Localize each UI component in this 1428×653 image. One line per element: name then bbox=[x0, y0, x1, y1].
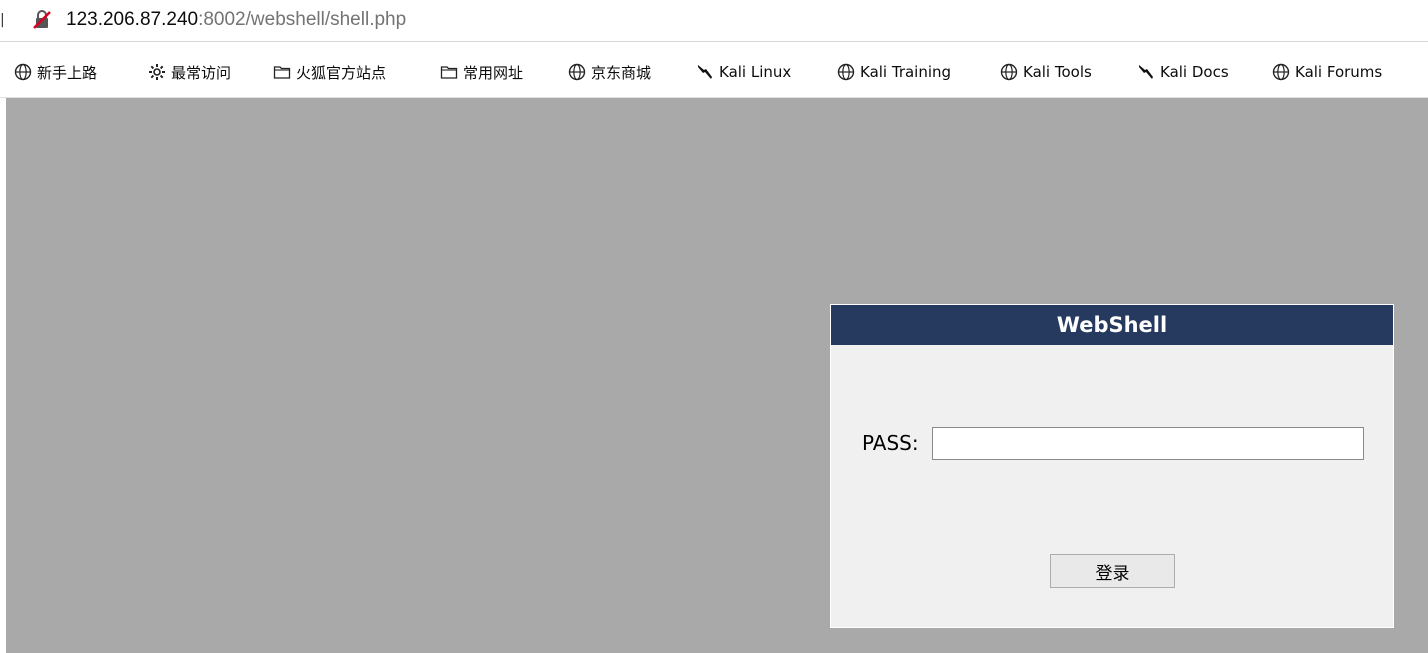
toolbar-edge-divider: | bbox=[0, 12, 5, 28]
bookmark-label: Kali Docs bbox=[1160, 63, 1229, 81]
bookmark-label: 最常访问 bbox=[171, 63, 232, 82]
url-host: 123.206.87.240 bbox=[66, 9, 199, 30]
bookmark-label: 常用网址 bbox=[463, 63, 524, 82]
bookmark-label: Kali Forums bbox=[1295, 63, 1383, 81]
globe-icon bbox=[568, 63, 586, 81]
bookmark-kali-docs[interactable]: Kali Docs bbox=[1137, 62, 1229, 82]
folder-icon bbox=[440, 66, 458, 79]
kali-dragon-icon bbox=[698, 65, 712, 79]
url-text[interactable]: 123.206.87.240:8002/webshell/shell.php bbox=[66, 7, 406, 33]
gear-icon bbox=[149, 64, 165, 80]
kali-dragon-icon bbox=[1139, 65, 1153, 79]
password-input[interactable] bbox=[932, 427, 1364, 460]
bookmark-label: 新手上路 bbox=[37, 63, 98, 82]
bookmark-label: 京东商城 bbox=[591, 63, 652, 82]
bookmark-folder-huohu[interactable]: 火狐官方站点 bbox=[273, 62, 386, 82]
login-panel: WebShell PASS: 登录 bbox=[830, 304, 1394, 628]
folder-icon bbox=[273, 66, 291, 79]
bookmark-kali-tools[interactable]: Kali Tools bbox=[1000, 62, 1092, 82]
bookmark-label: Kali Training bbox=[860, 63, 952, 81]
address-bar[interactable]: | 123.206.87.240:8002/webshell/shell.php bbox=[0, 0, 1428, 42]
bookmark-jd[interactable]: 京东商城 bbox=[568, 62, 651, 82]
bookmark-zuichangfangwen[interactable]: 最常访问 bbox=[148, 62, 231, 82]
bookmarks-toolbar: 新手上路 最常访问 火狐官方站点 常用网址 京东商城 Kali Linux Ka… bbox=[0, 42, 1428, 98]
bookmark-kali-forums[interactable]: Kali Forums bbox=[1272, 62, 1382, 82]
bookmark-label: 火狐官方站点 bbox=[296, 63, 387, 82]
globe-icon bbox=[837, 63, 855, 81]
url-path: :8002/webshell/shell.php bbox=[198, 9, 407, 30]
bookmark-label: Kali Tools bbox=[1023, 63, 1092, 81]
pass-label: PASS: bbox=[862, 431, 919, 455]
login-panel-title: WebShell bbox=[831, 305, 1393, 345]
bookmark-xinshoushanglu[interactable]: 新手上路 bbox=[14, 62, 97, 82]
bookmark-folder-changyong[interactable]: 常用网址 bbox=[440, 62, 523, 82]
bookmark-kali-training[interactable]: Kali Training bbox=[837, 62, 951, 82]
bookmark-kali-linux[interactable]: Kali Linux bbox=[696, 62, 791, 82]
globe-icon bbox=[14, 63, 32, 81]
bookmark-label: Kali Linux bbox=[719, 63, 792, 81]
globe-icon bbox=[1272, 63, 1290, 81]
insecure-lock-icon[interactable] bbox=[32, 10, 52, 30]
globe-icon bbox=[1000, 63, 1018, 81]
login-button[interactable]: 登录 bbox=[1050, 554, 1175, 588]
